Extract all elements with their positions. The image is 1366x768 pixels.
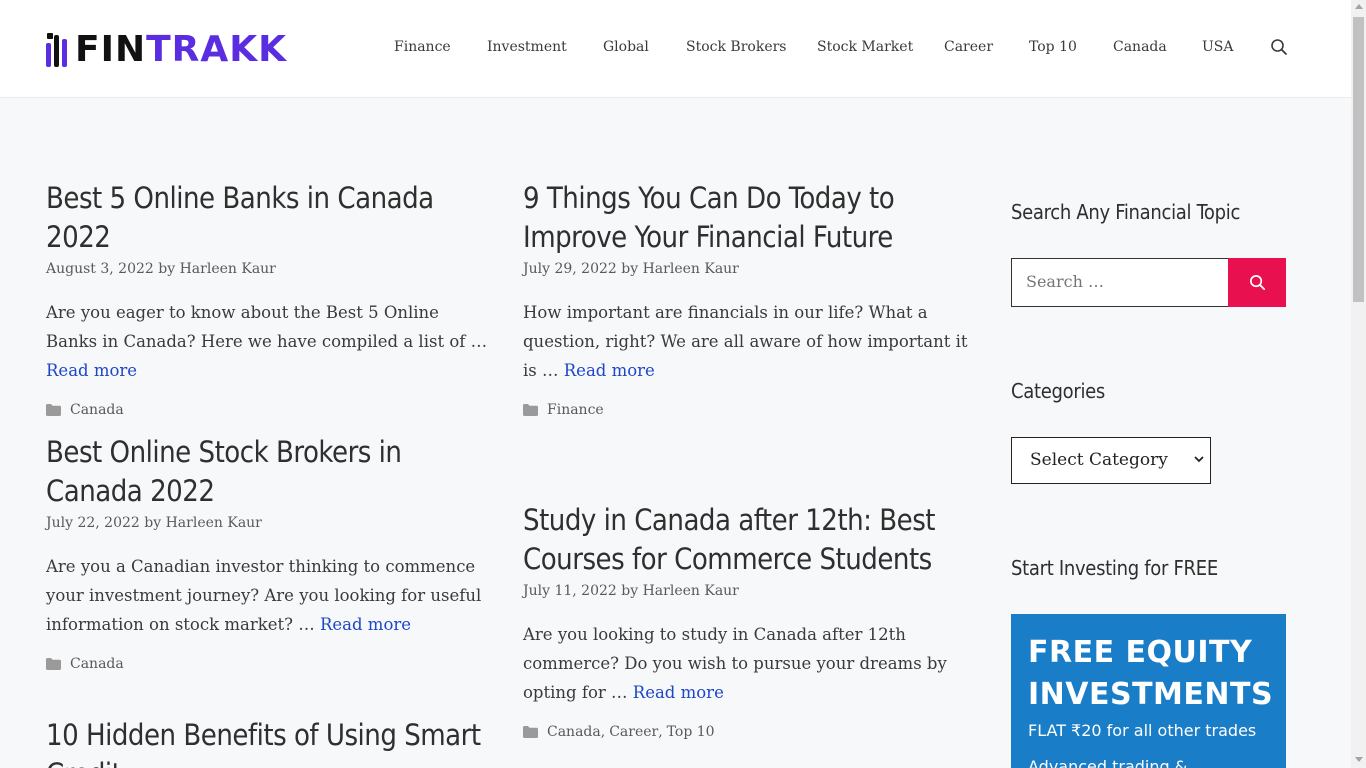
post-author[interactable]: Harleen Kaur [643,583,739,599]
search-widget-heading: Search Any Financial Topic [1011,200,1241,224]
post-by: by [621,261,639,277]
post-title[interactable]: Best Online Stock Brokers in Canada 2022 [46,433,491,511]
category-link[interactable]: Canada [547,724,601,740]
post-author[interactable]: Harleen Kaur [166,515,262,531]
post-meta: July 22, 2022 by Harleen Kaur [46,515,491,531]
post-excerpt: Are you eager to know about the Best 5 O… [46,298,491,385]
post-card: Study in Canada after 12th: Best Courses… [523,501,968,740]
post-meta: July 11, 2022 by Harleen Kaur [523,583,968,599]
post-excerpt-text: Are you a Canadian investor thinking to … [46,557,482,634]
search-icon[interactable] [1270,38,1288,56]
categories-heading: Categories [1011,379,1105,403]
post-card: Best Online Stock Brokers in Canada 2022… [46,433,491,672]
search-field-wrapper [1011,258,1229,307]
nav-item-canada[interactable]: Canada [1113,39,1167,55]
nav-item-global[interactable]: Global [603,39,649,55]
nav-item-usa[interactable]: USA [1202,39,1234,55]
main-nav: Finance Investment Global Stock Brokers … [0,0,1351,97]
post-title[interactable]: Best 5 Online Banks in Canada 2022 [46,179,491,257]
post-excerpt: How important are financials in our life… [523,298,968,385]
post-categories: Canada, Career, Top 10 [523,724,968,740]
chevron-down-icon [1194,456,1204,463]
nav-item-career[interactable]: Career [944,39,993,55]
post-categories: Canada [46,656,491,672]
post-meta: July 29, 2022 by Harleen Kaur [523,261,968,277]
post-categories: Finance [523,402,968,418]
post-card: 10 Hidden Benefits of Using Smart Credit [46,716,491,768]
categories-select-value: Select Category [1030,450,1168,470]
folder-icon [46,404,61,416]
post-author[interactable]: Harleen Kaur [180,261,276,277]
category-link[interactable]: Canada [70,656,124,672]
post-excerpt: Are you looking to study in Canada after… [523,620,968,707]
page: FINTRAKK Finance Investment Global Stock… [0,0,1351,768]
folder-icon [523,404,538,416]
folder-icon [523,726,538,738]
post-excerpt: Are you a Canadian investor thinking to … [46,552,491,639]
post-card: 9 Things You Can Do Today to Improve You… [523,179,968,418]
read-more-link[interactable]: Read more [320,615,411,634]
page-scrollbar[interactable] [1351,0,1366,768]
nav-item-stock-brokers[interactable]: Stock Brokers [686,39,786,55]
search-icon [1249,275,1265,291]
post-card: Best 5 Online Banks in Canada 2022 Augus… [46,179,491,418]
ad-line-1: FREE EQUITY [1028,635,1253,670]
post-title[interactable]: 10 Hidden Benefits of Using Smart Credit [46,716,491,768]
scroll-down-arrow-icon[interactable] [1355,757,1363,762]
nav-item-top-10[interactable]: Top 10 [1029,39,1077,55]
advertisement-banner[interactable]: FREE EQUITY INVESTMENTS FLAT ₹20 for all… [1011,614,1286,768]
post-date[interactable]: August 3, 2022 [46,261,154,277]
search-input[interactable] [1012,259,1216,304]
search-submit-button[interactable] [1228,258,1286,307]
ad-headline: FREE EQUITY INVESTMENTS [1028,632,1273,716]
post-date[interactable]: July 22, 2022 [46,515,140,531]
post-date[interactable]: July 11, 2022 [523,583,617,599]
categories-select[interactable]: Select Category [1011,437,1211,484]
post-categories: Canada [46,402,491,418]
post-title[interactable]: Study in Canada after 12th: Best Courses… [523,501,968,579]
read-more-link[interactable]: Read more [46,361,137,380]
post-excerpt-text: Are you eager to know about the Best 5 O… [46,303,488,351]
category-link[interactable]: Finance [547,402,604,418]
post-author[interactable]: Harleen Kaur [643,261,739,277]
read-more-link[interactable]: Read more [633,683,724,702]
nav-item-stock-market[interactable]: Stock Market [817,39,913,55]
ad-line-3: FLAT ₹20 for all other trades [1028,721,1257,740]
post-excerpt-text: Are you looking to study in Canada after… [523,625,947,702]
post-by: by [158,261,176,277]
site-header: FINTRAKK Finance Investment Global Stock… [0,0,1351,98]
category-link[interactable]: Canada [70,402,124,418]
read-more-link[interactable]: Read more [564,361,655,380]
invest-heading: Start Investing for FREE [1011,556,1218,580]
scrollbar-thumb[interactable] [1353,17,1364,302]
ad-line-4: Advanced trading & [1028,757,1188,768]
nav-item-investment[interactable]: Investment [487,39,567,55]
category-link[interactable]: Career [609,724,658,740]
post-by: by [144,515,162,531]
folder-icon [46,658,61,670]
category-link[interactable]: Top 10 [667,724,715,740]
post-by: by [621,583,639,599]
post-meta: August 3, 2022 by Harleen Kaur [46,261,491,277]
post-date[interactable]: July 29, 2022 [523,261,617,277]
ad-line-2: INVESTMENTS [1028,677,1274,712]
scroll-up-arrow-icon[interactable] [1355,4,1363,9]
post-title[interactable]: 9 Things You Can Do Today to Improve You… [523,179,968,257]
nav-item-finance[interactable]: Finance [394,39,451,55]
